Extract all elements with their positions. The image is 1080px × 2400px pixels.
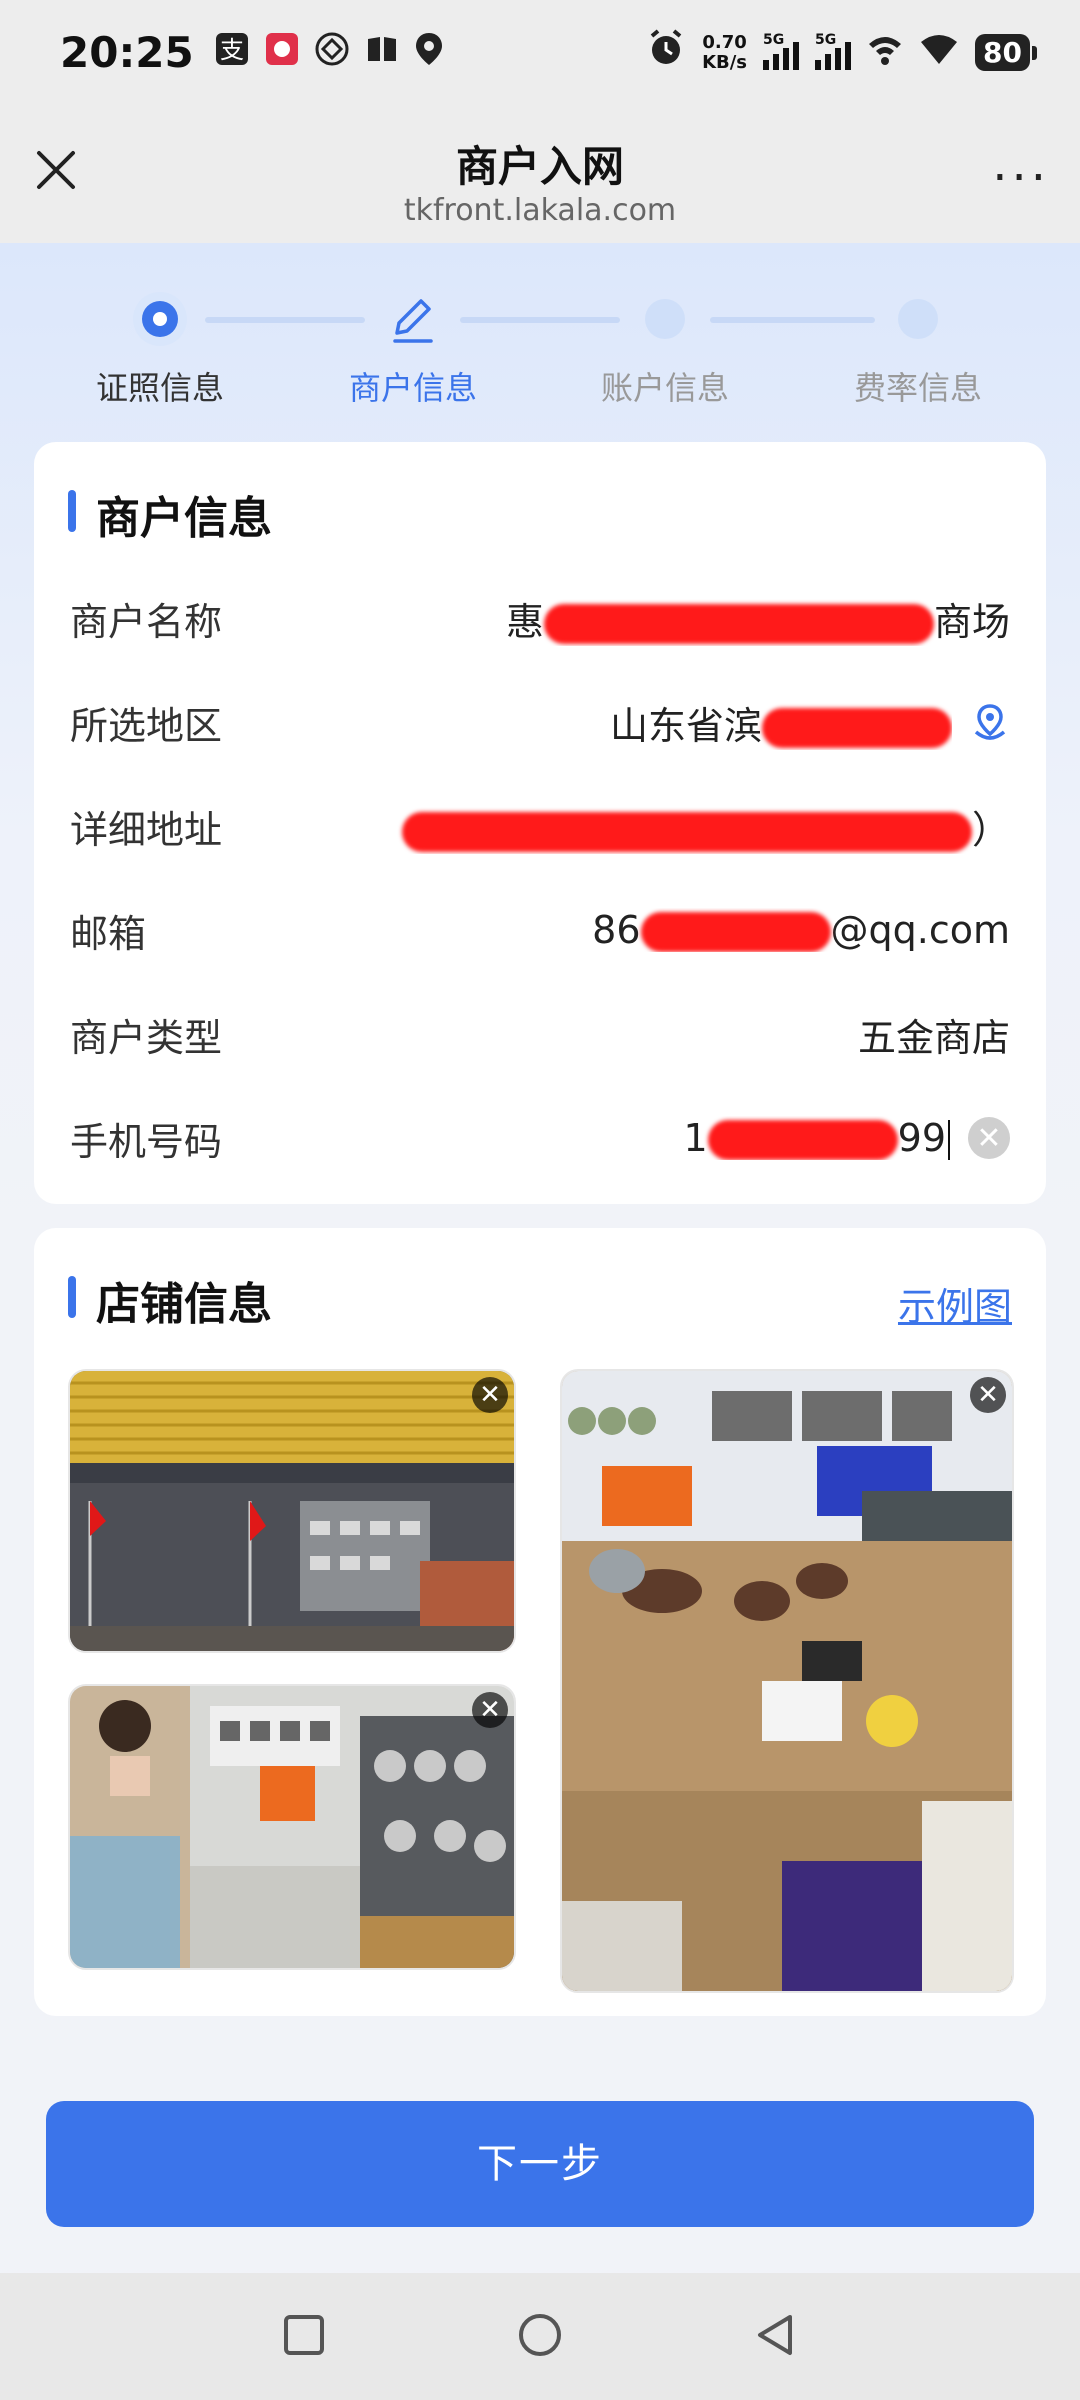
remove-photo-icon[interactable]: ✕ <box>970 1377 1006 1413</box>
field-label: 手机号码 <box>70 1119 223 1164</box>
step-3-indicator <box>645 299 685 339</box>
value-visible-part: ） <box>971 807 1010 852</box>
merchant-info-card: 商户信息 商户名称 惠 商场 所选地区 山东省滨 详细地址 ） 邮箱 86 @qq… <box>34 442 1046 1204</box>
value-visible-part: 惠 <box>505 599 544 644</box>
region-value[interactable]: 山东省滨 <box>330 695 952 750</box>
card-title: 店铺信息 <box>68 1268 272 1332</box>
value-visible-part: 1 <box>683 1115 708 1160</box>
value-visible-part: 商场 <box>933 599 1010 644</box>
value-visible-part: 山东省滨 <box>609 703 762 748</box>
storefront-image <box>70 1371 514 1651</box>
browser-nav-bar: 商户入网 tkfront.lakala.com ··· <box>0 105 1080 243</box>
store-info-card: 店铺信息 示例图 ✕ ✕ ✕ <box>34 1228 1046 2016</box>
more-options-icon[interactable]: ··· <box>992 150 1050 206</box>
phone-input[interactable]: 1 99 <box>330 1116 950 1161</box>
signal-icon: 5G <box>763 32 800 70</box>
step-connector <box>205 317 365 323</box>
merchant-type-row[interactable]: 商户类型 五金商店 <box>70 982 1010 1086</box>
pencil-icon <box>393 299 433 343</box>
battery-indicator: 80 <box>975 34 1037 71</box>
value-visible-part: 86 <box>592 907 641 952</box>
svg-text:支: 支 <box>220 36 244 64</box>
merchant-name-value[interactable]: 惠 商场 <box>330 591 1010 646</box>
field-label: 详细地址 <box>70 807 223 852</box>
counter-image <box>562 1371 1012 1991</box>
back-icon[interactable] <box>754 2313 798 2361</box>
redaction-mark <box>707 1120 898 1161</box>
text-cursor <box>948 1120 950 1161</box>
signal-tag: 5G <box>763 31 785 48</box>
status-time: 20:25 <box>60 28 194 77</box>
wifi-icon <box>919 30 959 76</box>
card-title: 商户信息 <box>68 482 272 546</box>
step-4-indicator <box>898 299 938 339</box>
step-label-account[interactable]: 账户信息 <box>565 363 765 409</box>
email-row[interactable]: 邮箱 86 @qq.com <box>70 878 1010 982</box>
mobile-icon <box>314 31 350 75</box>
store-photo-interior[interactable]: ✕ <box>68 1684 516 1970</box>
alarm-icon <box>646 28 686 78</box>
value-visible-part: @qq.com <box>830 907 1010 952</box>
store-photo-counter[interactable]: ✕ <box>560 1369 1014 1993</box>
step-label-license[interactable]: 证照信息 <box>60 363 260 409</box>
wifi-alt-icon <box>867 30 903 76</box>
redaction-mark <box>543 604 934 644</box>
store-photo-storefront[interactable]: ✕ <box>68 1369 516 1653</box>
progress-stepper: 证照信息 商户信息 账户信息 费率信息 <box>0 243 1080 443</box>
merchant-name-row[interactable]: 商户名称 惠 商场 <box>70 566 1010 670</box>
redaction-mark <box>762 708 952 748</box>
network-speed: 0.70 KB/s <box>702 31 748 73</box>
status-notification-icons: 支 <box>214 31 444 75</box>
map-pin-icon <box>414 31 444 75</box>
system-navigation-bar <box>0 2273 1080 2400</box>
field-label: 邮箱 <box>70 911 147 956</box>
redaction-mark <box>640 912 831 953</box>
redaction-mark <box>401 812 972 852</box>
step-connector <box>460 317 620 323</box>
phone-row[interactable]: 手机号码 1 99 ✕ <box>70 1086 1010 1190</box>
example-image-link[interactable]: 示例图 <box>898 1276 1012 1331</box>
status-system-icons: 0.70 KB/s 5G 5G 80 <box>646 28 1037 78</box>
field-label: 商户类型 <box>70 1015 223 1060</box>
email-value[interactable]: 86 @qq.com <box>330 908 1010 953</box>
book-icon <box>364 31 400 75</box>
interior-image <box>70 1686 514 1968</box>
net-speed-unit: KB/s <box>702 51 748 73</box>
page-title: 商户入网 <box>455 142 624 191</box>
clear-input-icon[interactable]: ✕ <box>968 1117 1010 1159</box>
page-url: tkfront.lakala.com <box>403 193 677 228</box>
field-label: 商户名称 <box>70 599 223 644</box>
region-row[interactable]: 所选地区 山东省滨 <box>70 670 1010 774</box>
recent-apps-icon[interactable] <box>282 2313 326 2361</box>
remove-photo-icon[interactable]: ✕ <box>472 1692 508 1728</box>
field-label: 所选地区 <box>70 703 223 748</box>
step-1-indicator <box>133 292 187 346</box>
step-label-merchant[interactable]: 商户信息 <box>313 363 513 409</box>
merchant-type-value[interactable]: 五金商店 <box>330 1007 1010 1062</box>
net-speed-value: 0.70 <box>702 31 747 53</box>
remove-photo-icon[interactable]: ✕ <box>472 1377 508 1413</box>
location-icon[interactable] <box>970 702 1010 742</box>
status-bar: 20:25 支 0.70 KB/s 5G 5G 80 <box>0 0 1080 105</box>
page-content: 证照信息 商户信息 账户信息 费率信息 商户信息 商户名称 惠 商场 所选地区 山… <box>0 243 1080 2273</box>
address-value[interactable]: ） <box>330 799 1010 854</box>
notification-icon <box>264 31 300 75</box>
signal-icon: 5G <box>815 32 852 70</box>
step-label-rate[interactable]: 费率信息 <box>818 363 1018 409</box>
home-icon[interactable] <box>516 2311 564 2363</box>
signal-tag: 5G <box>815 31 837 48</box>
next-step-button[interactable]: 下一步 <box>46 2101 1034 2227</box>
alipay-icon: 支 <box>214 31 250 75</box>
step-connector <box>710 317 875 323</box>
value-visible-part: 99 <box>897 1115 946 1160</box>
address-row[interactable]: 详细地址 ） <box>70 774 1010 878</box>
